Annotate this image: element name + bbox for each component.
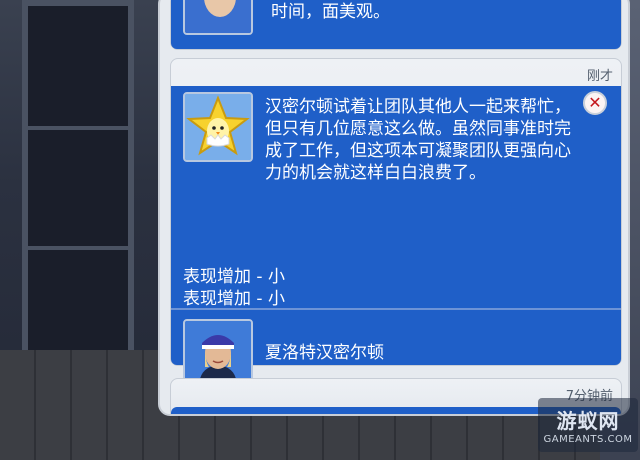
notification-panel[interactable]: 时间，面美观。 刚才 汉密尔顿试着让团队其他人一起来帮忙，但只有几位愿意这么做。… (158, 0, 630, 416)
effect-line: 表现增加 - 小 (183, 289, 285, 309)
watermark-logo-text: 游蚁网 (556, 409, 620, 433)
effect-line: 表现增加 - 小 (183, 267, 285, 287)
notification-body: 汉密尔顿试着让团队其他人一起来帮忙，但只有几位愿意这么做。虽然同事准时完成了工作… (171, 86, 621, 389)
background-window (22, 0, 134, 360)
divider (171, 308, 621, 310)
notification-card-previous[interactable]: 时间，面美观。 (170, 0, 622, 50)
notification-body: 时间，面美观。 (171, 0, 621, 49)
timestamp: 刚才 (586, 69, 613, 84)
sim-portrait (183, 0, 253, 35)
notification-text: 时间，面美观。 (271, 2, 390, 22)
close-button[interactable]: ✕ (583, 91, 607, 115)
site-watermark: 游蚁网 GAMEANTS.COM (538, 398, 638, 452)
notification-message: 汉密尔顿试着让团队其他人一起来帮忙，但只有几位愿意这么做。虽然同事准时完成了工作… (265, 97, 571, 183)
star-chick-icon (183, 92, 253, 162)
close-icon: ✕ (588, 93, 602, 112)
watermark-url: GAMEANTS.COM (543, 434, 633, 445)
sim-name: 夏洛特汉密尔顿 (265, 343, 384, 363)
notification-card[interactable]: 刚才 汉密尔顿试着让团队其他人一起来帮忙，但只有几位愿意这么做。虽然同事准时完成… (170, 58, 622, 389)
